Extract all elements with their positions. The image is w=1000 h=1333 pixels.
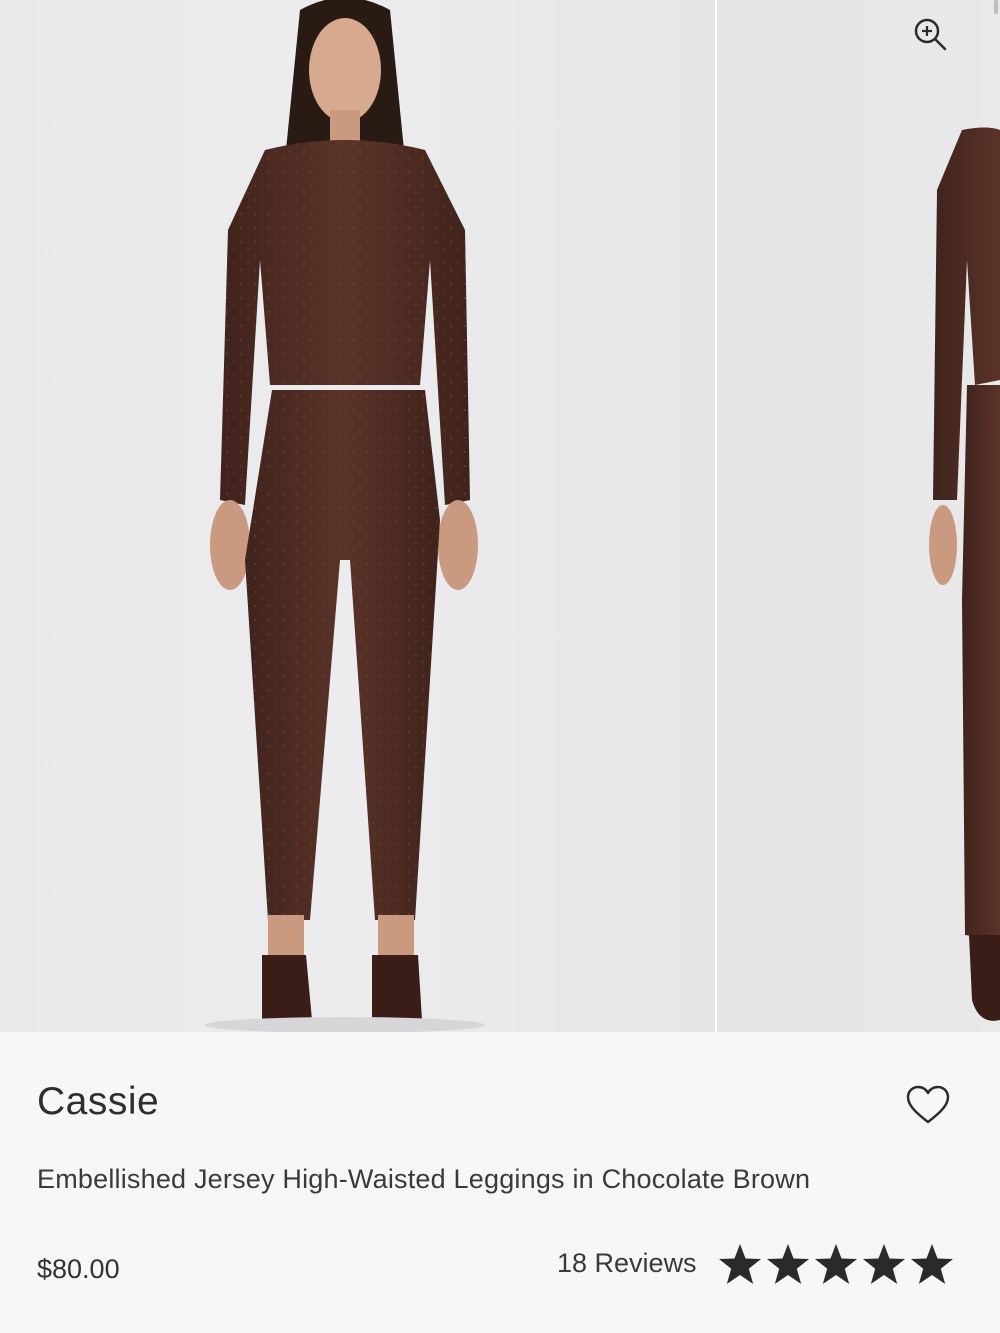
product-price: $80.00 — [37, 1254, 120, 1284]
scroll-indicator — [994, 0, 998, 14]
heart-outline-icon — [906, 1085, 950, 1124]
star-filled-icon — [860, 1240, 908, 1288]
product-image-front[interactable] — [0, 0, 715, 1032]
star-filled-icon — [812, 1240, 860, 1288]
model-front-illustration — [205, 0, 485, 1032]
model-side-illustration — [929, 127, 1000, 1021]
wishlist-button[interactable] — [902, 1082, 954, 1128]
product-title: Embellished Jersey High-Waisted Leggings… — [37, 1164, 811, 1194]
zoom-in-icon — [914, 18, 947, 51]
rating-stars[interactable] — [716, 1240, 956, 1288]
reviews-link[interactable]: 18 Reviews — [557, 1248, 697, 1279]
product-image-gallery[interactable] — [0, 0, 1000, 1032]
zoom-button[interactable] — [908, 12, 952, 56]
star-filled-icon — [908, 1240, 956, 1288]
star-filled-icon — [764, 1240, 812, 1288]
product-image-side[interactable] — [717, 0, 1000, 1032]
star-filled-icon — [716, 1240, 764, 1288]
product-brand: Cassie — [37, 1080, 160, 1123]
